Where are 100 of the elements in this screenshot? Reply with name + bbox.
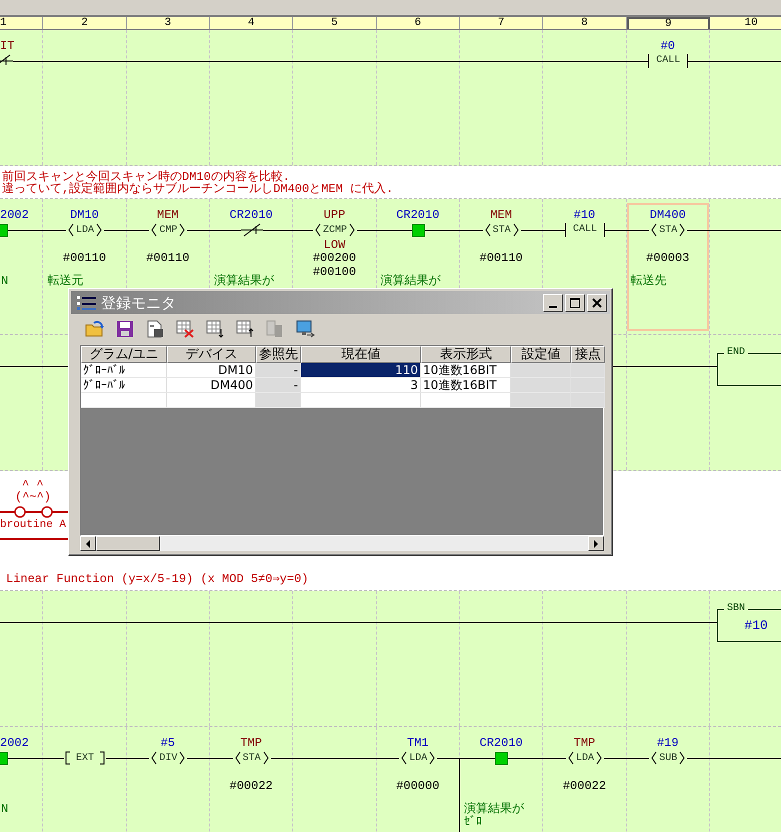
- list-icon: [77, 294, 97, 310]
- scroll-right-button[interactable]: [588, 536, 604, 551]
- column-header[interactable]: 2: [43, 17, 127, 29]
- operand-value: #00000: [396, 780, 440, 793]
- column-header[interactable]: 参照先: [256, 346, 301, 363]
- table-delete-icon: [175, 319, 195, 339]
- device-label: TMP: [240, 737, 262, 750]
- device-icon: [265, 319, 285, 339]
- instruction-mnemonic: STA: [492, 224, 511, 238]
- device-label: LOW: [324, 239, 346, 252]
- right-arrow-icon: [592, 540, 600, 548]
- scrollbar-thumb[interactable]: [96, 536, 160, 551]
- left-bracket-icon: [401, 751, 408, 765]
- table-cell: DM10: [167, 363, 256, 378]
- device-label: CR2010: [396, 209, 440, 222]
- instruction-mnemonic: SUB: [659, 752, 678, 766]
- minimize-icon: [549, 306, 557, 308]
- left-bracket-icon: [151, 751, 158, 765]
- device-label: #19: [656, 737, 679, 750]
- close-button[interactable]: [587, 294, 607, 312]
- right-bracket-icon: [348, 223, 355, 237]
- minimize-button[interactable]: [543, 294, 563, 312]
- device-label: #0: [660, 40, 675, 53]
- document-icon: [145, 319, 165, 339]
- rung-comment: 前回スキャンと今回スキャン時のDM10の内容を比較.: [2, 171, 292, 183]
- column-header[interactable]: 8: [543, 17, 627, 29]
- maximize-button[interactable]: [565, 294, 585, 312]
- device-label: MEM: [157, 209, 179, 222]
- instruction-mnemonic: ZCMP: [322, 224, 347, 238]
- toolbar-button[interactable]: [235, 319, 255, 339]
- maximize-icon: [569, 296, 581, 308]
- column-header[interactable]: 5: [293, 17, 377, 29]
- column-header[interactable]: 1: [0, 17, 44, 29]
- rung-comment: 違っていて,設定範囲内ならサブルーチンコールしDM400とMEM に代入.: [2, 183, 394, 195]
- table-cell: -: [256, 363, 301, 378]
- right-bracket-icon: [96, 223, 102, 237]
- table-cell: ｸﾞﾛｰﾊﾞﾙ: [81, 363, 167, 378]
- column-header[interactable]: 接点: [571, 346, 605, 363]
- right-bracket-icon: [512, 223, 519, 237]
- device-label: DM10: [70, 209, 99, 222]
- column-header[interactable]: 現在値: [301, 346, 421, 363]
- operand-value: #00110: [62, 252, 106, 265]
- toolbar-button[interactable]: [175, 319, 195, 339]
- operand-value: #00110: [480, 252, 523, 265]
- toolbar-button[interactable]: [295, 319, 315, 339]
- left-bracket-icon: [651, 223, 658, 237]
- column-header[interactable]: 6: [376, 17, 460, 29]
- box-value: #10: [743, 618, 769, 633]
- left-bracket-icon: [568, 751, 574, 765]
- toolbar-button[interactable]: [205, 319, 225, 339]
- device-comment: 演算結果が: [214, 275, 274, 288]
- column-header[interactable]: デバイス: [167, 346, 256, 363]
- column-header[interactable]: 設定値: [511, 346, 571, 363]
- right-bracket-icon: [179, 223, 186, 237]
- instruction-mnemonic: DIV: [159, 752, 178, 766]
- device-label: CR2010: [480, 737, 523, 750]
- right-bracket-icon: [179, 751, 186, 765]
- instruction-mnemonic: STA: [242, 752, 261, 766]
- call-block: CALL: [648, 54, 688, 68]
- device-label: #10: [574, 209, 596, 222]
- instruction-mnemonic: CMP: [159, 224, 178, 238]
- window-title: 登録モニタ: [101, 292, 176, 312]
- table-up-icon: [235, 319, 255, 339]
- table-cell: 3: [301, 378, 421, 393]
- monitor-icon: [295, 319, 315, 339]
- ascii-art-text: ^ ^: [22, 479, 44, 492]
- left-bracket-icon: [484, 223, 491, 237]
- device-label: IT: [0, 40, 14, 53]
- device-label: 2002: [0, 737, 29, 750]
- toolbar-button[interactable]: [145, 319, 165, 339]
- column-header[interactable]: 10: [710, 17, 781, 29]
- device-comment: N: [1, 275, 8, 288]
- operand-value: #00003: [646, 252, 690, 265]
- operand-value: #00200: [312, 252, 356, 265]
- save-icon: [115, 319, 135, 339]
- normally-closed-contact: [240, 222, 263, 238]
- column-header[interactable]: 4: [210, 17, 294, 29]
- table-down-icon: [205, 319, 225, 339]
- device-comment: 演算結果が: [380, 275, 441, 288]
- column-header[interactable]: 7: [460, 17, 544, 29]
- scroll-left-button[interactable]: [80, 536, 96, 551]
- instruction-mnemonic: LDA: [76, 224, 94, 238]
- left-bracket-icon: [234, 751, 241, 765]
- table-cell: -: [256, 378, 301, 393]
- toolbar-button[interactable]: [115, 319, 135, 339]
- right-bracket-icon: [679, 751, 686, 765]
- table-cell: 10進数16BIT: [421, 378, 511, 393]
- column-header[interactable]: 3: [126, 17, 210, 29]
- device-label: TM1: [407, 737, 429, 750]
- instruction-mnemonic: EXT: [76, 752, 94, 766]
- column-header[interactable]: グラム/ユニ: [81, 346, 167, 363]
- device-label: #5: [160, 737, 176, 750]
- left-arrow-icon: [84, 540, 92, 548]
- rung-comment: Linear Function (y=x/5-19) (x MOD 5≠0⇒y=0): [6, 573, 310, 585]
- close-icon: [591, 296, 603, 308]
- right-bracket-icon: [596, 751, 602, 765]
- column-header[interactable]: 表示形式: [421, 346, 511, 363]
- operand-value: #00100: [312, 266, 356, 279]
- ascii-art-text: (^~^): [15, 491, 52, 504]
- left-bracket-icon: [651, 751, 658, 765]
